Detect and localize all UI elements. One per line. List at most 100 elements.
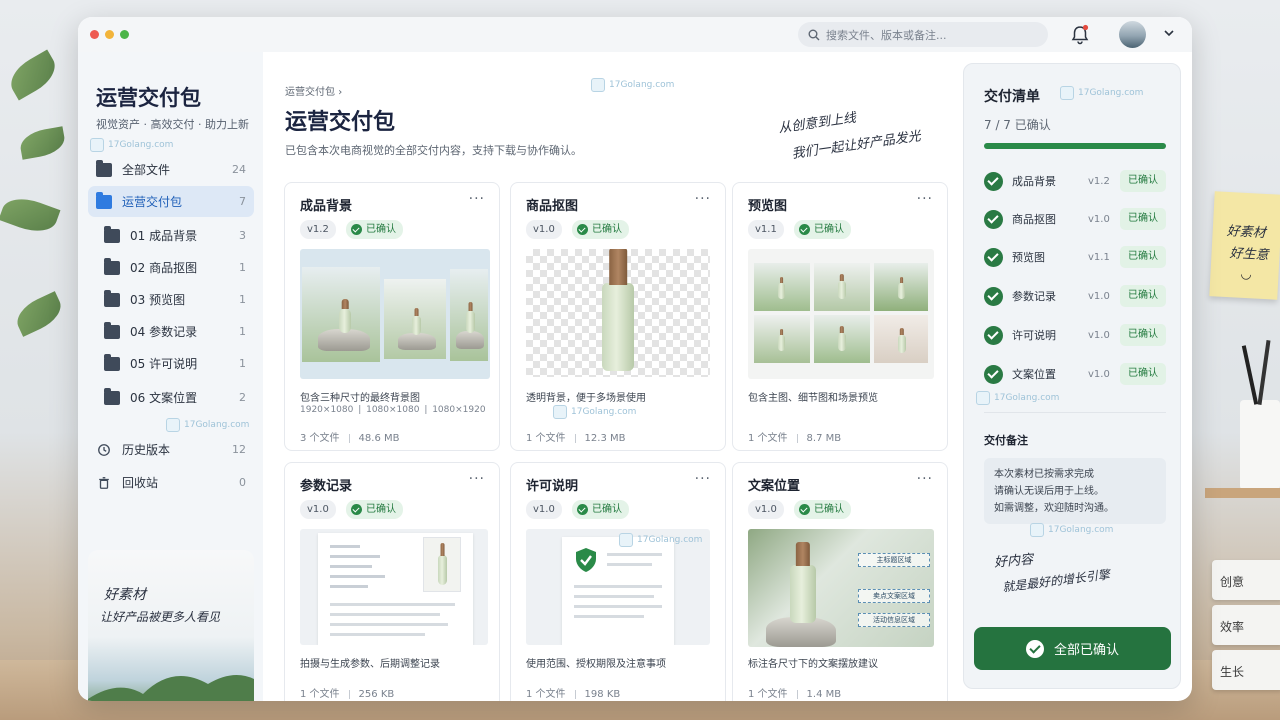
card-thumbnail xyxy=(526,249,710,377)
asset-card-cutouts[interactable]: 商品抠图 ··· v1.0 已确认 透明背景，便于多场景使用 17Golang.… xyxy=(510,182,726,451)
checklist-item[interactable]: 文案位置 v1.0 已确认 xyxy=(984,362,1166,386)
sidebar-item-count: 3 xyxy=(239,229,246,242)
check-circle-icon xyxy=(984,209,1003,229)
sidebar-item-parameters[interactable]: 04 参数记录 1 xyxy=(88,316,254,347)
confirmed-badge: 已确认 xyxy=(572,500,629,519)
sidebar-item-count: 1 xyxy=(239,293,246,306)
folder-icon xyxy=(104,353,120,371)
sidebar-item-trash[interactable]: 回收站 0 xyxy=(88,467,254,498)
card-meta: 1 个文件 256 KB xyxy=(300,689,395,700)
checklist-item[interactable]: 成品背景 v1.2 已确认 xyxy=(984,169,1166,193)
card-title: 许可说明 xyxy=(526,479,579,494)
version-badge: v1.2 xyxy=(300,220,336,239)
sidebar-item-all-files[interactable]: 全部文件 24 xyxy=(88,154,254,185)
status-badge: 已确认 xyxy=(1120,324,1166,346)
card-meta: 1 个文件 12.3 MB xyxy=(526,433,626,444)
checklist-item[interactable]: 参数记录 v1.0 已确认 xyxy=(984,284,1166,308)
folder-icon xyxy=(96,159,112,177)
minimize-window-button[interactable] xyxy=(105,30,114,39)
check-icon xyxy=(799,504,810,515)
card-description: 包含主图、细节图和场景预览 xyxy=(748,393,878,404)
sidebar-item-license[interactable]: 05 许可说明 1 xyxy=(88,348,254,379)
checklist-item[interactable]: 预览图 v1.1 已确认 xyxy=(984,245,1166,269)
watermark: 17Golang.com xyxy=(90,138,173,152)
user-avatar[interactable] xyxy=(1119,21,1146,48)
notification-bell-icon[interactable] xyxy=(1070,24,1090,46)
confirm-all-button[interactable]: 全部已确认 xyxy=(974,627,1171,670)
promo-card: 好素材 让好产品被更多人看见 xyxy=(88,550,254,701)
close-window-button[interactable] xyxy=(90,30,99,39)
version-badge: v1.0 xyxy=(526,500,562,519)
check-circle-icon xyxy=(984,364,1003,384)
asset-card-parameters[interactable]: 参数记录 ··· v1.0 已确认 拍摄与生成参数、后期调整记录 1 个文件 2… xyxy=(284,462,500,701)
sidebar-item-cutouts[interactable]: 02 商品抠图 1 xyxy=(88,252,254,283)
more-options-icon[interactable]: ··· xyxy=(469,191,485,207)
more-options-icon[interactable]: ··· xyxy=(917,191,933,207)
watermark: 17Golang.com xyxy=(619,533,702,547)
card-title: 成品背景 xyxy=(300,199,353,214)
sidebar-item-count: 2 xyxy=(239,391,246,404)
checklist-item[interactable]: 许可说明 v1.0 已确认 xyxy=(984,323,1166,347)
card-thumbnail xyxy=(300,249,490,379)
chevron-right-icon: › xyxy=(338,87,343,98)
sidebar-item-label: 05 许可说明 xyxy=(130,357,198,371)
status-badge: 已确认 xyxy=(1120,246,1166,268)
card-dimensions: 1920×1080 | 1080×1080 | 1080×1920 xyxy=(300,405,486,415)
checklist-item[interactable]: 商品抠图 v1.0 已确认 xyxy=(984,207,1166,231)
confirmed-badge: 已确认 xyxy=(572,220,629,239)
asset-card-copy-position[interactable]: 文案位置 ··· v1.0 已确认 主标题区域 卖点文案区域 活动信息区域 标注… xyxy=(732,462,948,701)
search-placeholder: 搜索文件、版本或备注... xyxy=(826,28,947,42)
card-thumbnail xyxy=(300,529,488,645)
check-circle-icon xyxy=(984,247,1003,267)
folder-icon xyxy=(104,257,120,275)
sidebar-item-previews[interactable]: 03 预览图 1 xyxy=(88,284,254,315)
sidebar-item-label: 06 文案位置 xyxy=(130,391,198,405)
chevron-down-icon[interactable] xyxy=(1163,27,1175,39)
check-circle-icon xyxy=(1025,639,1044,658)
watermark: 17Golang.com xyxy=(166,418,249,432)
checklist-panel: 交付清单 17Golang.com 7 / 7 已确认 成品背景 v1.2 已确认 … xyxy=(963,63,1181,689)
breadcrumb[interactable]: 运营交付包 › xyxy=(285,83,342,98)
more-options-icon[interactable]: ··· xyxy=(917,471,933,487)
search-input[interactable]: 搜索文件、版本或备注... xyxy=(798,22,1048,47)
card-thumbnail: 主标题区域 卖点文案区域 活动信息区域 xyxy=(748,529,934,647)
checklist-count: 7 / 7 已确认 xyxy=(984,118,1051,132)
sidebar-item-delivery-pack[interactable]: 运营交付包 7 xyxy=(88,186,254,217)
sidebar-item-count: 24 xyxy=(232,163,246,176)
more-options-icon[interactable]: ··· xyxy=(469,471,485,487)
handwriting-note: 就是最好的增长引擎 xyxy=(1001,567,1111,595)
history-icon xyxy=(98,443,110,456)
mountain-illustration xyxy=(88,675,254,701)
copy-zone-label: 主标题区域 xyxy=(858,553,930,567)
status-badge: 已确认 xyxy=(1120,285,1166,307)
handwriting-note: 好内容 xyxy=(993,552,1034,571)
sidebar-item-copy-position[interactable]: 06 文案位置 2 xyxy=(88,382,254,413)
card-meta: 1 个文件 198 KB xyxy=(526,689,621,700)
more-options-icon[interactable]: ··· xyxy=(695,471,711,487)
sidebar-item-count: 12 xyxy=(232,443,246,456)
asset-card-previews[interactable]: 预览图 ··· v1.1 已确认 包含主图、细节图和场景预览 1 个文件 8.7 … xyxy=(732,182,948,451)
sidebar-item-label: 运营交付包 xyxy=(122,195,183,209)
card-title: 预览图 xyxy=(748,199,788,214)
status-badge: 已确认 xyxy=(1120,363,1166,385)
card-meta: 3 个文件 48.6 MB xyxy=(300,433,400,444)
version-badge: v1.1 xyxy=(748,220,784,239)
check-icon xyxy=(351,224,362,235)
main-content: 运营交付包 › 运营交付包 已包含本次电商视觉的全部交付内容，支持下载与协作确认… xyxy=(263,52,963,701)
check-circle-icon xyxy=(984,325,1003,345)
more-options-icon[interactable]: ··· xyxy=(695,191,711,207)
sidebar: 运营交付包 视觉资产 · 高效交付 · 助力上新 17Golang.com 全部… xyxy=(78,52,263,701)
sidebar-item-label: 01 成品背景 xyxy=(130,229,198,243)
check-circle-icon xyxy=(984,171,1003,191)
search-icon xyxy=(808,29,820,40)
sidebar-item-backgrounds[interactable]: 01 成品背景 3 xyxy=(88,220,254,251)
promo-line-1: 好素材 xyxy=(104,587,146,603)
check-icon xyxy=(799,224,810,235)
maximize-window-button[interactable] xyxy=(120,30,129,39)
note-title: 交付备注 xyxy=(984,434,1028,447)
asset-card-license[interactable]: 许可说明 ··· v1.0 已确认 17Golang.com 使用范围、授权期限… xyxy=(510,462,726,701)
card-description: 标注各尺寸下的文案摆放建议 xyxy=(748,659,878,670)
card-description: 使用范围、授权期限及注意事项 xyxy=(526,659,666,670)
asset-card-backgrounds[interactable]: 成品背景 ··· v1.2 已确认 包含三种尺寸的最终背景图 1920×1080… xyxy=(284,182,500,451)
sidebar-item-history[interactable]: 历史版本 12 xyxy=(88,434,254,465)
